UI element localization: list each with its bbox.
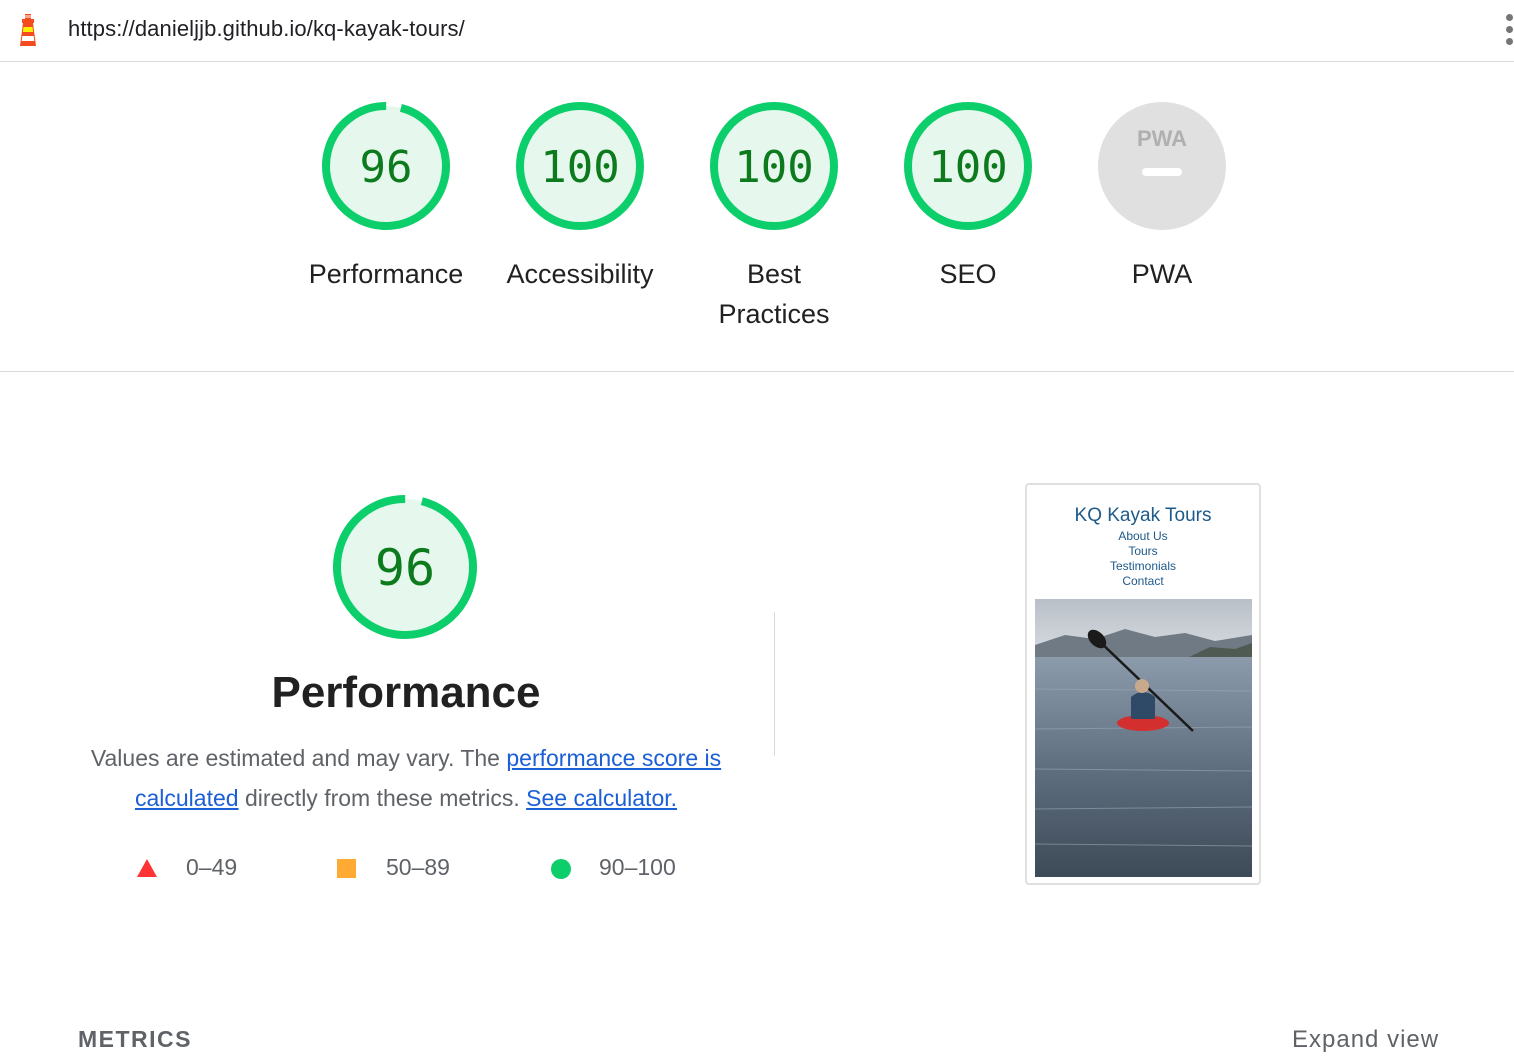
performance-heading: Performance: [271, 668, 541, 717]
desc-text-2: directly from these metrics.: [238, 785, 527, 811]
legend-pass: 90–100: [550, 854, 676, 881]
section-divider: [774, 612, 775, 756]
site-nav-testimonials: Testimonials: [1109, 559, 1177, 573]
desc-text-1: Values are estimated and may vary. The: [90, 745, 507, 771]
metrics-heading: METRICS: [78, 1026, 192, 1052]
gauge-pwa[interactable]: PWA PWA: [1072, 100, 1252, 294]
gauge-best-practices[interactable]: 100 Best Practices: [684, 100, 864, 334]
final-screenshot[interactable]: KQ Kayak Tours About Us Tours Testimonia…: [1025, 483, 1261, 885]
gauge-label-performance: Performance: [308, 259, 464, 289]
performance-description: Values are estimated and may vary. The p…: [78, 738, 734, 818]
kayak-photo: [1035, 599, 1252, 877]
site-nav-tours: Tours: [1128, 544, 1158, 558]
site-nav-about: About Us: [1118, 529, 1168, 543]
accessibility-gauge-ring: 100: [516, 102, 644, 230]
more-vertical-icon[interactable]: [1500, 12, 1514, 48]
score-gauges: 96 Performance 100 Accessibility 100 Bes…: [0, 62, 1514, 372]
performance-main-gauge: 96: [330, 492, 480, 647]
best-practices-score: 100: [734, 142, 813, 193]
accessibility-score: 100: [540, 142, 619, 193]
pwa-badge-icon: PWA: [1098, 102, 1226, 230]
legend-pass-range: 90–100: [599, 854, 676, 880]
svg-text:PWA: PWA: [1137, 126, 1187, 151]
performance-main-score: 96: [375, 539, 435, 597]
site-title: KQ Kayak Tours: [1074, 505, 1212, 526]
page-url[interactable]: https://danieljjb.github.io/kq-kayak-tou…: [68, 16, 465, 42]
gauge-label-seo: SEO: [939, 259, 997, 289]
performance-gauge-ring: 96: [322, 102, 450, 230]
see-calculator-link[interactable]: See calculator.: [526, 785, 677, 811]
fail-triangle-icon: [137, 859, 157, 877]
expand-view-button[interactable]: Expand view: [1292, 1026, 1439, 1054]
gauge-label-pwa: PWA: [1131, 259, 1193, 289]
site-nav-contact: Contact: [1122, 574, 1164, 588]
legend-average: 50–89: [336, 854, 450, 881]
lighthouse-icon: [20, 14, 36, 46]
gauge-performance[interactable]: 96 Performance: [296, 100, 476, 294]
legend-average-range: 50–89: [386, 854, 450, 880]
performance-score: 96: [360, 142, 413, 193]
gauge-label-accessibility: Accessibility: [506, 259, 654, 289]
seo-score: 100: [928, 142, 1007, 193]
average-square-icon: [337, 859, 356, 878]
performance-main-ring: 96: [333, 494, 477, 639]
best-practices-gauge-ring: 100: [710, 102, 838, 230]
legend-fail-range: 0–49: [186, 854, 238, 880]
seo-gauge-ring: 100: [904, 102, 1032, 230]
pass-circle-icon: [551, 859, 571, 879]
legend-fail: 0–49: [136, 854, 237, 881]
gauge-label-best-practices: Best Practices: [718, 259, 830, 329]
address-bar: https://danieljjb.github.io/kq-kayak-tou…: [0, 0, 1514, 62]
gauge-accessibility[interactable]: 100 Accessibility: [490, 100, 670, 294]
gauge-seo[interactable]: 100 SEO: [878, 100, 1058, 294]
